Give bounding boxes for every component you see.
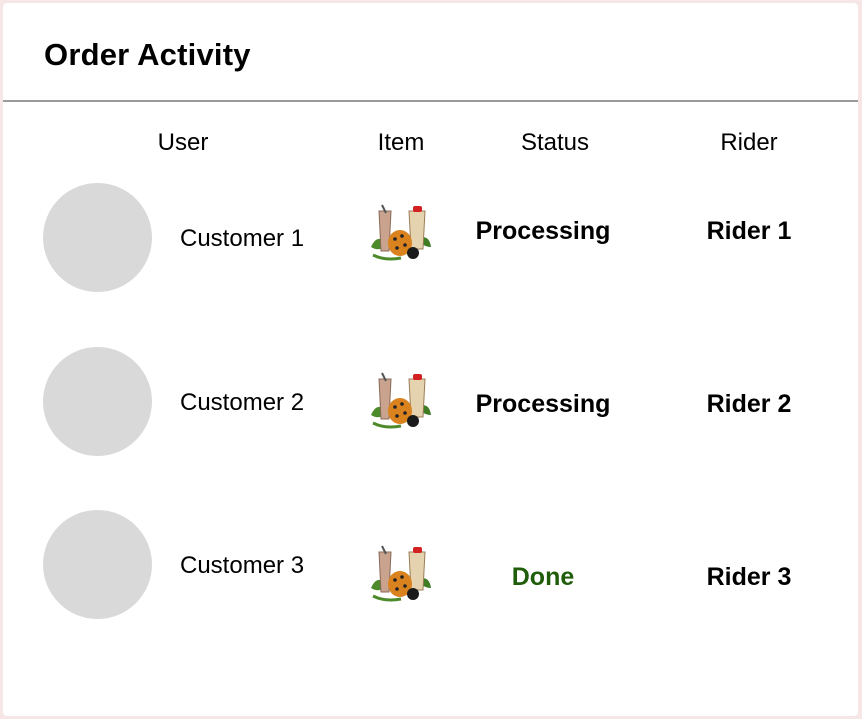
table-row[interactable]: Customer 2 Processing Rider 2	[3, 347, 858, 457]
column-header-status: Status	[520, 129, 590, 156]
avatar	[43, 347, 152, 456]
rider-name: Rider 3	[706, 563, 792, 591]
customer-name: Customer 2	[180, 389, 305, 416]
status-processing: Processing	[475, 217, 611, 245]
rider-name: Rider 1	[706, 217, 792, 245]
header-divider	[3, 100, 858, 102]
table-row[interactable]: Customer 1 Processing Rider 1	[3, 183, 858, 293]
avatar	[43, 510, 152, 619]
boba-drinks-icon	[371, 204, 431, 261]
order-activity-card: Order Activity User Item Status Rider Cu…	[3, 3, 858, 716]
customer-name: Customer 1	[180, 225, 305, 252]
boba-drinks-icon	[371, 372, 431, 429]
page-title: Order Activity	[44, 37, 251, 72]
column-header-item: Item	[377, 129, 425, 156]
customer-name: Customer 3	[180, 552, 305, 579]
rider-name: Rider 2	[706, 390, 792, 418]
status-processing: Processing	[475, 390, 611, 418]
boba-drinks-icon	[371, 545, 431, 602]
table-row[interactable]: Customer 3 Done Rider 3	[3, 510, 858, 620]
avatar	[43, 183, 152, 292]
status-done: Done	[511, 563, 575, 591]
column-header-user: User	[157, 129, 209, 156]
column-header-rider: Rider	[720, 129, 778, 156]
